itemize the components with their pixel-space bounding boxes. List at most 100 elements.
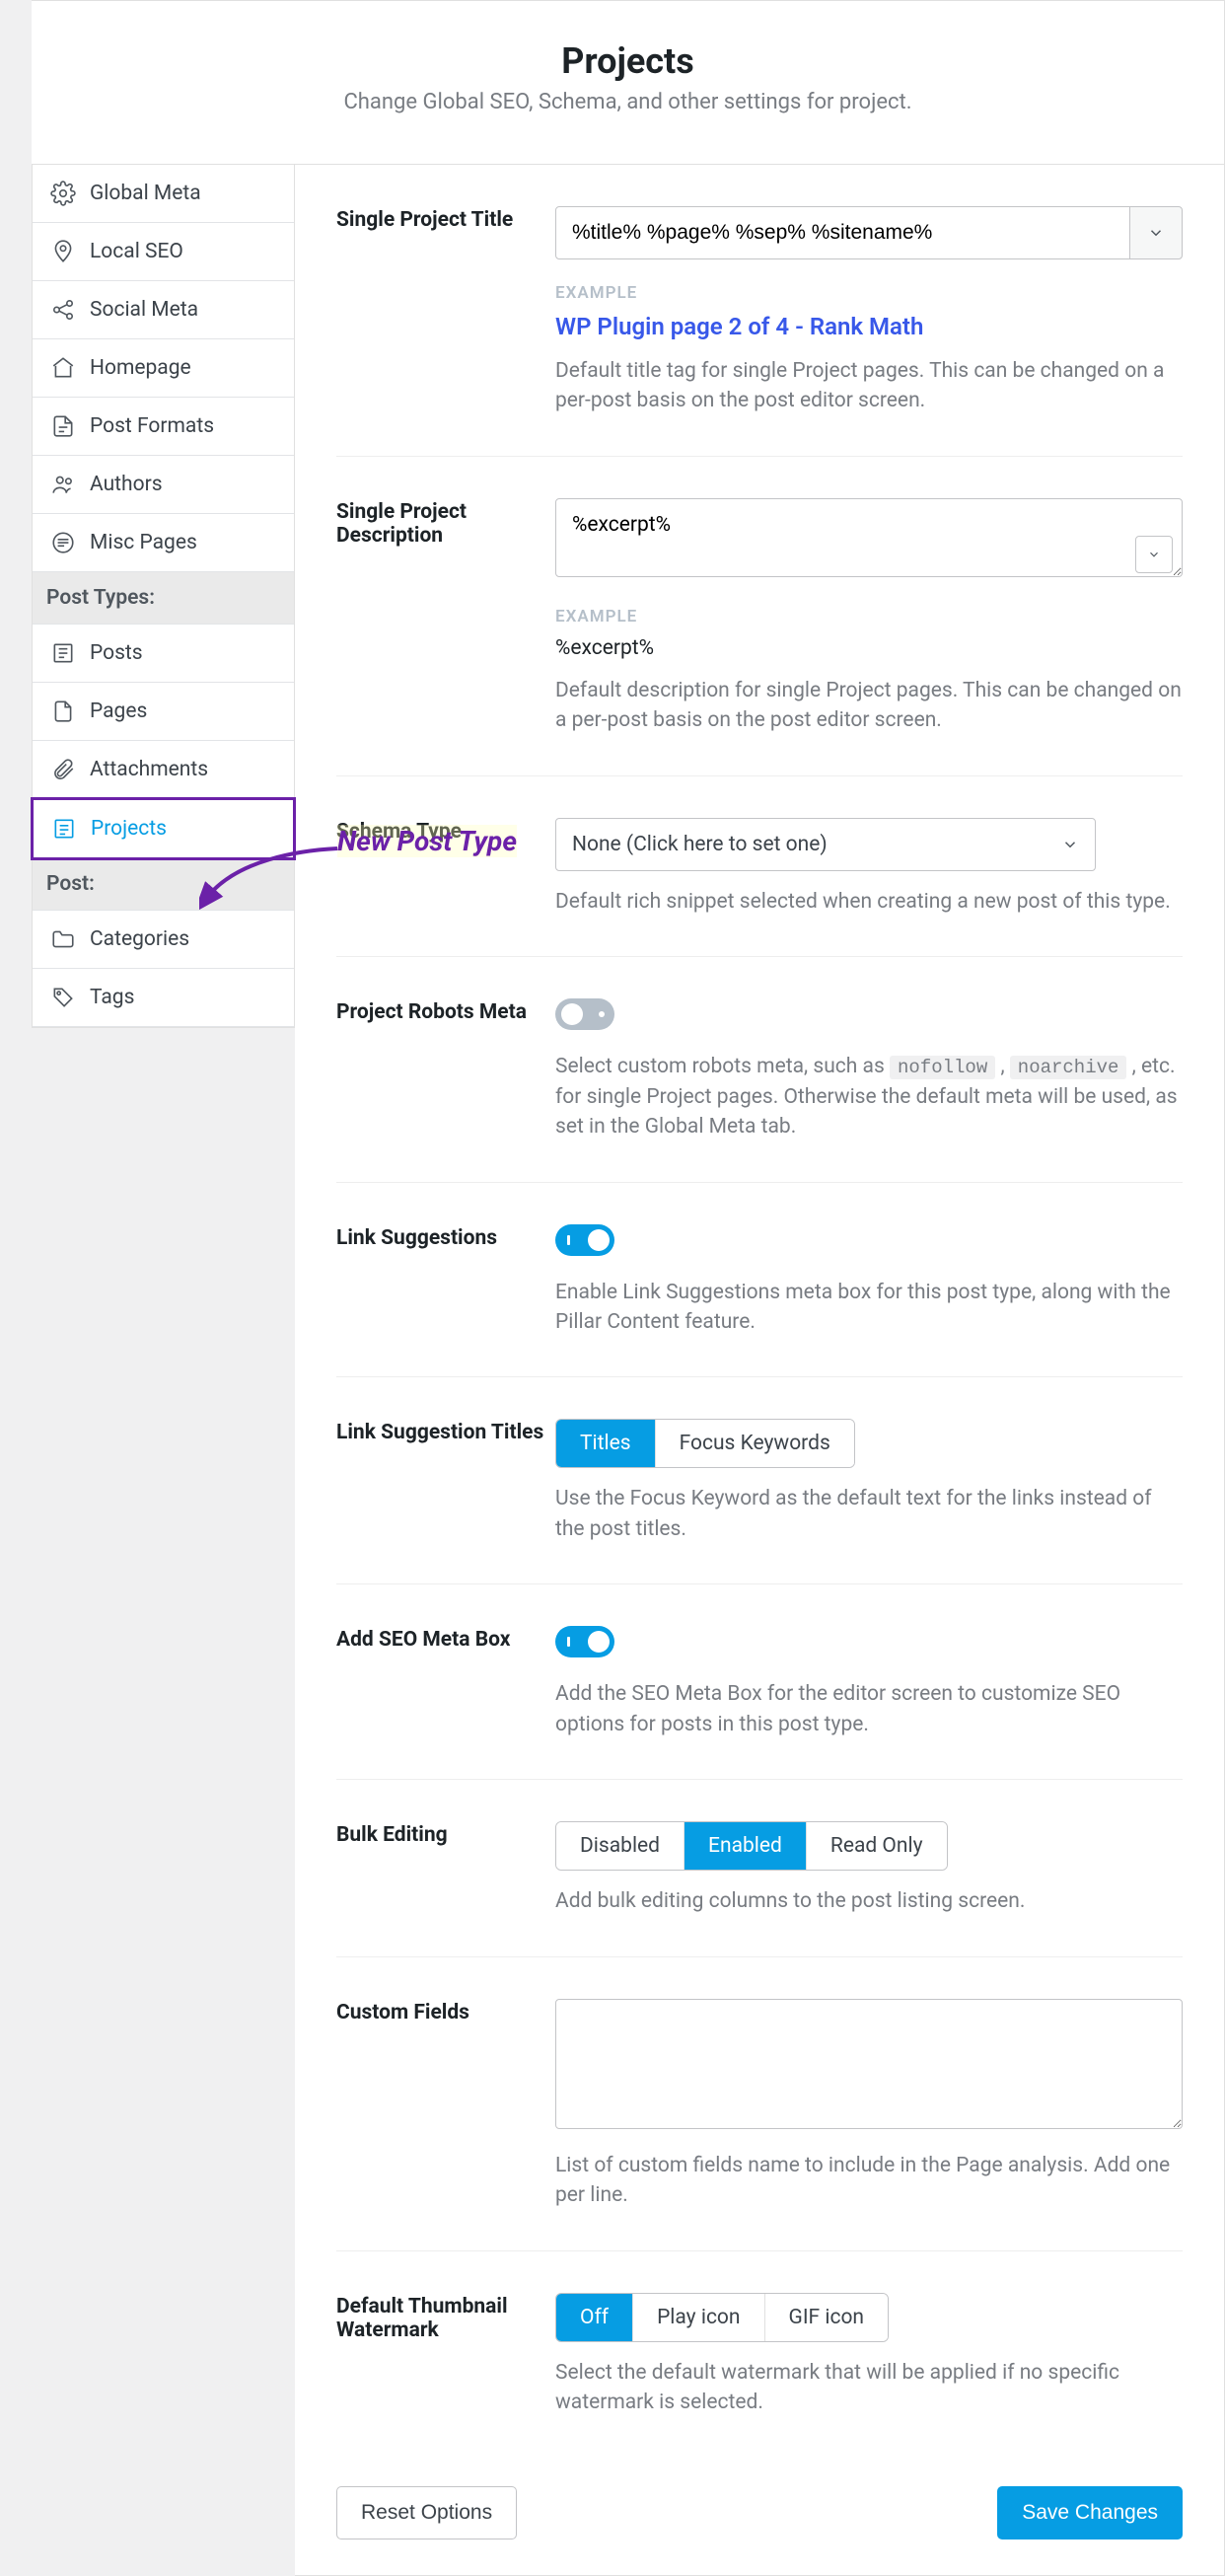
sidebar-item-label: Homepage: [90, 356, 191, 380]
bulk-edit-option-read-only[interactable]: Read Only: [807, 1822, 947, 1870]
setting-link-suggestion-titles: Link Suggestion Titles TitlesFocus Keywo…: [336, 1377, 1183, 1584]
sidebar-item-label: Pages: [90, 699, 147, 723]
sidebar-section-post-types: Post Types:: [33, 572, 294, 625]
folder-icon: [50, 926, 76, 952]
watermark-option-gif-icon[interactable]: GIF icon: [765, 2294, 889, 2341]
label-link-titles: Link Suggestion Titles: [336, 1419, 555, 1544]
document-icon: [50, 413, 76, 439]
link-suggestions-toggle[interactable]: [555, 1224, 614, 1256]
label-robots: Project Robots Meta: [336, 998, 555, 1141]
save-changes-button[interactable]: Save Changes: [997, 2486, 1183, 2539]
attachment-icon: [50, 757, 76, 782]
schema-select[interactable]: None (Click here to set one): [555, 818, 1096, 871]
sidebar-item-pages[interactable]: Pages: [33, 683, 294, 741]
custom-fields-input[interactable]: [555, 1999, 1183, 2129]
watermark-option-off[interactable]: Off: [556, 2294, 633, 2341]
setting-single-project-title: Single Project Title EXAMPLE WP Plugin p…: [336, 165, 1183, 457]
example-label: EXAMPLE: [555, 607, 1183, 626]
help-schema: Default rich snippet selected when creat…: [555, 887, 1183, 917]
page-header: Projects Change Global SEO, Schema, and …: [32, 0, 1225, 165]
setting-robots-meta: Project Robots Meta Select custom robots…: [336, 957, 1183, 1182]
users-icon: [50, 472, 76, 497]
sidebar-item-post-formats[interactable]: Post Formats: [33, 398, 294, 456]
sidebar-item-local-seo[interactable]: Local SEO: [33, 223, 294, 281]
sidebar-item-social-meta[interactable]: Social Meta: [33, 281, 294, 339]
title-variables-dropdown[interactable]: [1129, 206, 1183, 259]
sidebar-item-label: Misc Pages: [90, 531, 197, 554]
sidebar-item-label: Posts: [90, 641, 143, 665]
settings-content: Single Project Title EXAMPLE WP Plugin p…: [295, 165, 1225, 2576]
label-link-suggestions: Link Suggestions: [336, 1224, 555, 1338]
sidebar: Global Meta Local SEO Social Meta Homepage P…: [32, 165, 295, 1028]
page-icon: [50, 699, 76, 724]
sidebar-item-label: Social Meta: [90, 298, 198, 322]
sidebar-item-projects[interactable]: Projects: [31, 797, 296, 860]
pin-icon: [50, 239, 76, 264]
bulk-edit-group: DisabledEnabledRead Only: [555, 1821, 948, 1871]
sidebar-item-label: Attachments: [90, 758, 208, 781]
description-input[interactable]: %excerpt%: [555, 498, 1183, 577]
label-description: Single Project Description: [336, 498, 555, 736]
sidebar-item-homepage[interactable]: Homepage: [33, 339, 294, 398]
help-custom-fields: List of custom fields name to include in…: [555, 2151, 1183, 2211]
watermark-group: OffPlay iconGIF icon: [555, 2293, 889, 2342]
setting-custom-fields: Custom Fields List of custom fields name…: [336, 1957, 1183, 2251]
title-input[interactable]: [555, 206, 1130, 259]
help-bulk-edit: Add bulk editing columns to the post lis…: [555, 1886, 1183, 1916]
robots-toggle[interactable]: [555, 998, 614, 1030]
label-seo-box: Add SEO Meta Box: [336, 1626, 555, 1739]
home-icon: [50, 355, 76, 381]
seo-box-toggle[interactable]: [555, 1626, 614, 1657]
label-schema: Schema Type: [336, 818, 555, 917]
sidebar-item-label: Local SEO: [90, 240, 183, 263]
sidebar-item-global-meta[interactable]: Global Meta: [33, 165, 294, 223]
bulk-edit-option-disabled[interactable]: Disabled: [556, 1822, 685, 1870]
setting-schema-type: Schema Type None (Click here to set one)…: [336, 776, 1183, 957]
help-watermark: Select the default watermark that will b…: [555, 2358, 1183, 2418]
setting-single-project-description: Single Project Description %excerpt% EXA…: [336, 457, 1183, 776]
setting-thumbnail-watermark: Default Thumbnail Watermark OffPlay icon…: [336, 2251, 1183, 2458]
sidebar-item-tags[interactable]: Tags: [33, 969, 294, 1027]
help-description: Default description for single Project p…: [555, 676, 1183, 736]
label-bulk-edit: Bulk Editing: [336, 1821, 555, 1916]
lines-icon: [50, 530, 76, 555]
share-icon: [50, 297, 76, 323]
sidebar-item-label: Post Formats: [90, 414, 214, 438]
help-robots: Select custom robots meta, such as nofol…: [555, 1052, 1183, 1141]
footer-actions: Reset Options Save Changes: [336, 2457, 1183, 2575]
example-label: EXAMPLE: [555, 283, 1183, 303]
page-subtitle: Change Global SEO, Schema, and other set…: [51, 90, 1204, 114]
sidebar-item-label: Categories: [90, 927, 189, 951]
sidebar-item-categories[interactable]: Categories: [33, 911, 294, 969]
help-link-titles: Use the Focus Keyword as the default tex…: [555, 1484, 1183, 1544]
sidebar-item-label: Tags: [90, 986, 134, 1009]
label-single-project-title: Single Project Title: [336, 206, 555, 416]
sidebar-item-label: Authors: [90, 473, 163, 496]
sidebar-item-attachments[interactable]: Attachments: [33, 741, 294, 799]
sidebar-section-post: Post:: [33, 858, 294, 911]
setting-bulk-editing: Bulk Editing DisabledEnabledRead Only Ad…: [336, 1780, 1183, 1956]
link-titles-option-titles[interactable]: Titles: [556, 1420, 656, 1467]
setting-link-suggestions: Link Suggestions Enable Link Suggestions…: [336, 1183, 1183, 1378]
help-seo-box: Add the SEO Meta Box for the editor scre…: [555, 1679, 1183, 1739]
description-variables-dropdown[interactable]: [1135, 536, 1173, 573]
example-value-description: %excerpt%: [555, 636, 1183, 660]
help-title: Default title tag for single Project pag…: [555, 356, 1183, 416]
post-icon: [50, 640, 76, 666]
sidebar-item-label: Projects: [91, 817, 167, 841]
sidebar-item-misc-pages[interactable]: Misc Pages: [33, 514, 294, 572]
sidebar-item-posts[interactable]: Posts: [33, 625, 294, 683]
watermark-option-play-icon[interactable]: Play icon: [633, 2294, 764, 2341]
sidebar-item-label: Global Meta: [90, 182, 201, 205]
link-titles-group: TitlesFocus Keywords: [555, 1419, 855, 1468]
link-titles-option-focus-keywords[interactable]: Focus Keywords: [656, 1420, 854, 1467]
sidebar-item-authors[interactable]: Authors: [33, 456, 294, 514]
bulk-edit-option-enabled[interactable]: Enabled: [685, 1822, 807, 1870]
page-title: Projects: [51, 40, 1204, 82]
label-custom-fields: Custom Fields: [336, 1999, 555, 2211]
project-icon: [51, 816, 77, 842]
gear-icon: [50, 181, 76, 206]
label-watermark: Default Thumbnail Watermark: [336, 2293, 555, 2418]
help-link-suggestions: Enable Link Suggestions meta box for thi…: [555, 1278, 1183, 1338]
reset-options-button[interactable]: Reset Options: [336, 2486, 517, 2539]
